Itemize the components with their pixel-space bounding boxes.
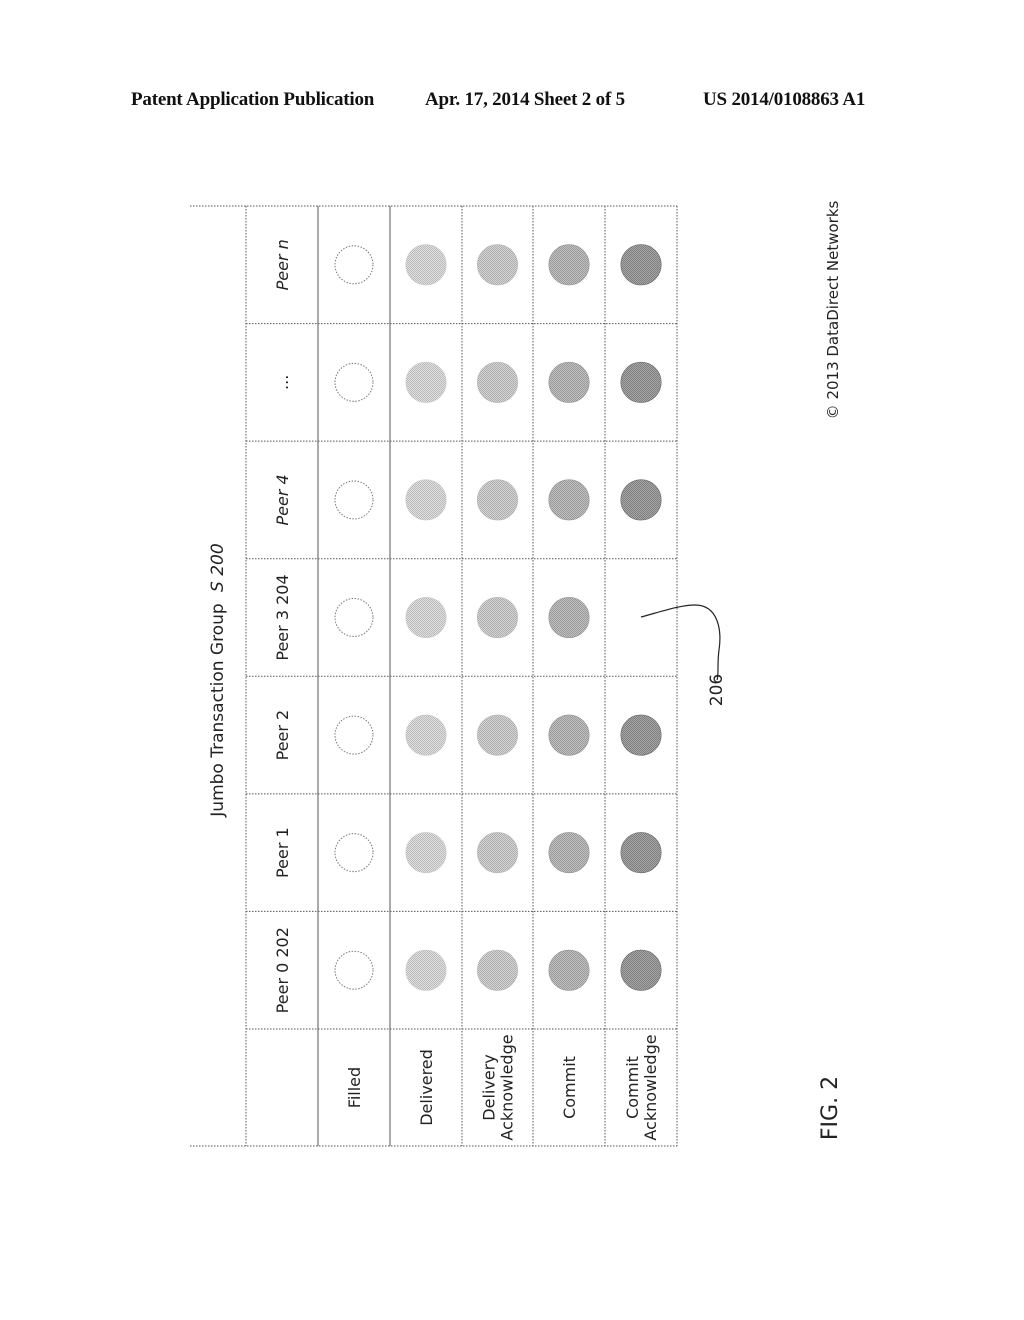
state-circle bbox=[620, 832, 662, 874]
state-circle bbox=[405, 244, 447, 286]
state-circle-texture bbox=[549, 597, 589, 638]
state-circle bbox=[548, 714, 590, 756]
state-circle bbox=[620, 714, 662, 756]
state-circle-filled bbox=[334, 480, 374, 520]
state-circle-texture bbox=[549, 362, 589, 403]
state-circle-filled bbox=[334, 245, 374, 285]
table-grid bbox=[190, 205, 678, 1147]
peer-label: Peer 0 202 bbox=[273, 927, 292, 1013]
table-labels: Peer 0 202 Peer 1 Peer 2 Peer 3 204 Peer 4..… bbox=[273, 239, 660, 1140]
peer-label: Peer n bbox=[273, 239, 292, 290]
state-circle-texture bbox=[621, 832, 661, 873]
state-circle bbox=[477, 361, 518, 403]
peer-label: Peer 2 bbox=[273, 710, 292, 761]
state-label: Delivered bbox=[417, 1049, 436, 1126]
state-circle-texture bbox=[621, 950, 661, 991]
state-circle-texture bbox=[549, 832, 589, 873]
state-circle-texture bbox=[406, 597, 446, 638]
state-circle bbox=[548, 479, 590, 521]
state-circle-texture bbox=[621, 362, 661, 403]
state-circle bbox=[334, 950, 374, 990]
state-label: Acknowledge bbox=[641, 1034, 660, 1140]
state-circle bbox=[405, 597, 447, 638]
state-circle bbox=[334, 598, 374, 637]
figure-title: Jumbo Transaction Group S 200 bbox=[208, 543, 228, 817]
peer-label: Peer 4 bbox=[273, 474, 292, 525]
state-circle bbox=[334, 715, 374, 755]
state-circle bbox=[334, 833, 374, 873]
state-circle bbox=[334, 362, 374, 402]
state-circle bbox=[405, 479, 447, 521]
state-circle-texture bbox=[406, 832, 446, 873]
state-circle-texture bbox=[477, 362, 518, 403]
state-circle-texture bbox=[477, 832, 518, 873]
state-circle bbox=[548, 949, 590, 991]
peer-label: Peer 3 204 bbox=[273, 574, 292, 660]
callout-leader-line bbox=[640, 604, 721, 681]
state-circle bbox=[477, 949, 518, 991]
state-circle bbox=[405, 949, 447, 991]
state-circle-texture bbox=[477, 715, 518, 756]
state-circle bbox=[620, 479, 662, 521]
state-circle-texture bbox=[477, 479, 518, 520]
state-circle bbox=[548, 597, 590, 638]
state-circle bbox=[477, 714, 518, 756]
peer-label: Peer 1 bbox=[273, 827, 292, 878]
state-circle-texture bbox=[621, 715, 661, 756]
state-label: Acknowledge bbox=[498, 1034, 517, 1140]
state-circle-texture bbox=[549, 479, 589, 520]
figure-title-text: Jumbo Transaction Group bbox=[208, 603, 228, 817]
state-circle-texture bbox=[406, 479, 446, 520]
state-circle-texture bbox=[406, 715, 446, 756]
state-circle bbox=[477, 832, 518, 874]
state-circle bbox=[548, 361, 590, 403]
state-label: Delivery bbox=[480, 1054, 499, 1120]
state-circle-texture bbox=[477, 244, 518, 285]
state-circle bbox=[334, 480, 374, 520]
figure-label: FIG. 2 bbox=[818, 1076, 843, 1140]
state-label: Commit bbox=[623, 1056, 642, 1119]
state-circle bbox=[477, 479, 518, 521]
callout-label: 206 bbox=[707, 674, 727, 706]
state-circle bbox=[405, 714, 447, 756]
state-circle bbox=[620, 244, 662, 286]
state-circle-texture bbox=[549, 950, 589, 991]
state-circle-texture bbox=[477, 597, 518, 638]
figure-2-diagram: Peer 0 202 Peer 1 Peer 2 Peer 3 204 Peer 4..… bbox=[190, 200, 843, 1147]
state-circle bbox=[334, 245, 374, 285]
state-circle-filled bbox=[334, 362, 374, 402]
state-circle-texture bbox=[621, 479, 661, 520]
state-circle-texture bbox=[477, 950, 518, 991]
state-circle bbox=[548, 244, 590, 286]
state-label: Filled bbox=[345, 1067, 364, 1108]
state-circle bbox=[620, 361, 662, 403]
state-circle bbox=[405, 361, 447, 403]
state-circle-texture bbox=[406, 362, 446, 403]
peer-label: ... bbox=[273, 375, 292, 390]
state-circle-texture bbox=[549, 244, 589, 285]
figure-title-ref: S 200 bbox=[208, 543, 228, 592]
state-circle bbox=[405, 832, 447, 874]
state-circle-texture bbox=[549, 715, 589, 756]
state-circle-filled bbox=[334, 598, 374, 637]
state-circle-texture bbox=[406, 244, 446, 285]
state-circle-filled bbox=[334, 833, 374, 873]
state-circle-filled bbox=[334, 950, 374, 990]
state-circles bbox=[334, 244, 662, 991]
state-circle-texture bbox=[621, 244, 661, 285]
state-circle-texture bbox=[406, 950, 446, 991]
state-circle bbox=[477, 244, 518, 286]
state-circle bbox=[477, 597, 518, 638]
state-circle bbox=[620, 949, 662, 991]
state-circle bbox=[548, 832, 590, 874]
state-circle-filled bbox=[334, 715, 374, 755]
copyright-notice: © 2013 DataDirect Networks bbox=[824, 200, 842, 419]
state-label: Commit bbox=[560, 1056, 579, 1119]
